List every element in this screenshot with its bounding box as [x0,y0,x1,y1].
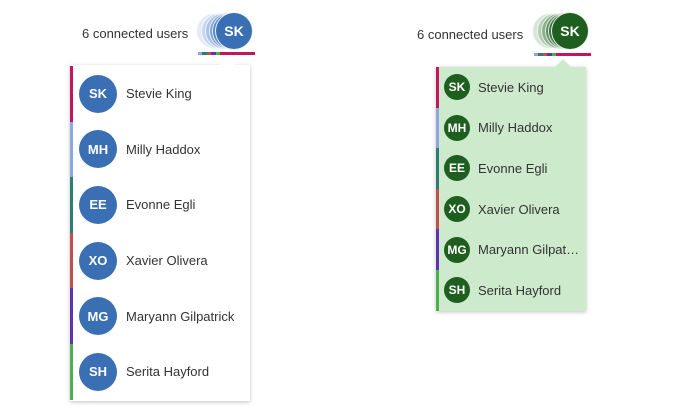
user-color-indicator [70,121,73,178]
user-color-indicator [436,67,439,108]
user-color-indicator [436,188,439,230]
user-avatar: XO [444,196,470,223]
current-user-avatar[interactable]: SK [215,12,253,50]
user-list-item[interactable]: MH Milly Haddox [436,107,586,149]
user-name: Xavier Olivera [478,201,560,217]
user-avatar: MH [79,130,117,169]
user-color-indicator [436,270,439,311]
user-name: Stevie King [126,86,192,102]
user-name: Milly Haddox [478,120,553,136]
user-avatar: SH [444,277,470,304]
user-avatar: MG [444,236,470,263]
user-list-item[interactable]: XO Xavier Olivera [70,232,250,289]
user-color-indicator [70,288,73,344]
user-color-strip [198,52,256,55]
user-color-indicator [70,232,73,289]
connected-users-dropdown: SK Stevie King MH Milly Haddox EE Evonne Egli… [70,57,250,401]
user-avatar: MG [79,297,117,336]
user-color-indicator [70,66,73,122]
user-avatar: MH [444,114,470,141]
user-color-indicator [70,344,73,400]
connected-users-dropdown: SK Stevie King MH Milly Haddox EE Evonne Egli… [436,59,586,311]
user-list-item[interactable]: EE Evonne Egli [436,148,586,189]
dropdown-caret [555,59,571,67]
user-name: Maryann Gilpatrick [126,308,235,324]
user-name: Serita Hayford [478,282,562,298]
user-color-indicator [436,229,439,270]
user-color-strip [534,53,592,56]
user-list-item[interactable]: MG Maryann Gilpatrick [436,229,586,270]
user-name: Serita Hayford [126,364,210,380]
user-color-segment [555,53,592,56]
user-list-item[interactable]: XO Xavier Olivera [436,188,586,230]
user-color-indicator [436,107,439,149]
user-list-item[interactable]: SH Serita Hayford [436,270,586,311]
user-name: Evonne Egli [126,197,196,213]
user-avatar-stack[interactable]: SK [532,12,590,50]
user-avatar: EE [79,185,117,224]
user-name: Evonne Egli [478,160,548,176]
user-name: Stevie King [478,79,544,95]
user-avatar: SH [79,352,117,391]
user-avatar: SK [79,74,117,113]
user-list-item[interactable]: MH Milly Haddox [70,121,250,178]
user-avatar: XO [79,241,117,280]
user-avatar: SK [444,74,470,101]
dropdown-caret [219,57,235,65]
user-avatar-stack[interactable]: SK [196,12,254,50]
user-list-item[interactable]: SH Serita Hayford [70,344,250,400]
connected-users-count: 6 connected users [82,26,189,41]
user-name: Milly Haddox [126,141,201,157]
connected-users-count: 6 connected users [417,27,524,42]
current-user-avatar[interactable]: SK [551,12,589,50]
user-color-indicator [436,148,439,189]
user-list-item[interactable]: MG Maryann Gilpatrick [70,288,250,344]
user-name: Maryann Gilpatrick [478,242,582,258]
user-avatar: EE [444,155,470,182]
user-name: Xavier Olivera [126,253,208,269]
user-list-item[interactable]: SK Stevie King [436,67,586,108]
user-color-indicator [70,177,73,233]
user-list-item[interactable]: SK Stevie King [70,66,250,122]
user-list-item[interactable]: EE Evonne Egli [70,177,250,233]
user-color-segment [219,52,256,55]
